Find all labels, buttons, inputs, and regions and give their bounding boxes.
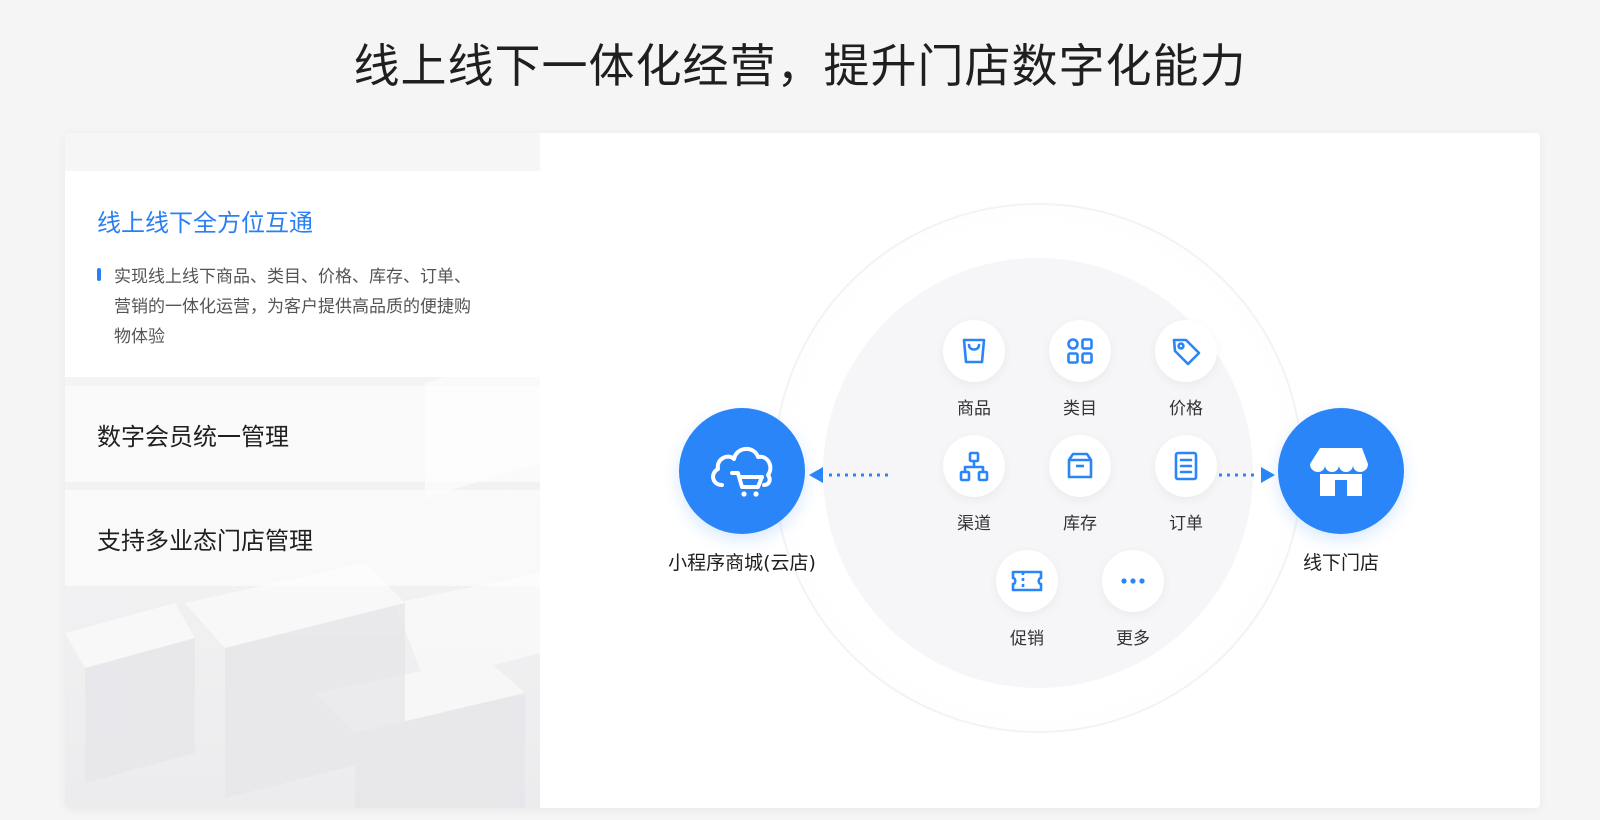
- module-label: 库存: [1063, 514, 1097, 534]
- feature-item-member[interactable]: 数字会员统一管理: [65, 386, 540, 482]
- feature-item-multi-store[interactable]: 支持多业态门店管理: [65, 490, 540, 586]
- description-line: 营销的一体化运营，为客户提供高品质的便捷购: [114, 297, 471, 317]
- category-grid-icon: [1049, 320, 1111, 382]
- module-label: 商品: [957, 399, 991, 419]
- feature-title: 数字会员统一管理: [97, 422, 289, 451]
- hub-label: 线下门店: [1302, 552, 1379, 574]
- module-item-order[interactable]: 订单: [1136, 435, 1236, 534]
- coupon-icon: [996, 550, 1058, 612]
- inventory-box-icon: [1049, 435, 1111, 497]
- left-arrow-connector: [809, 467, 889, 483]
- module-label: 更多: [1116, 629, 1150, 649]
- cloud-cart-icon: [679, 408, 805, 534]
- description-line: 实现线上线下商品、类目、价格、库存、订单、: [114, 267, 471, 287]
- module-item-channel[interactable]: 渠道: [924, 435, 1024, 534]
- module-item-price[interactable]: 价格: [1136, 320, 1236, 419]
- module-item-inventory[interactable]: 库存: [1030, 435, 1130, 534]
- feature-item-online-offline[interactable]: 线上线下全方位互通 实现线上线下商品、类目、价格、库存、订单、 营销的一体化运营…: [65, 171, 540, 377]
- mini-program-hub: 小程序商城(云店): [668, 408, 830, 575]
- price-tag-icon: [1155, 320, 1217, 382]
- channel-tree-icon: [943, 435, 1005, 497]
- module-label: 促销: [1010, 629, 1044, 649]
- storefront-icon: [1278, 408, 1404, 534]
- module-item-goods[interactable]: 商品: [924, 320, 1024, 419]
- module-item-category[interactable]: 类目: [1030, 320, 1130, 419]
- feature-title: 支持多业态门店管理: [97, 526, 313, 555]
- module-item-promotion[interactable]: 促销: [977, 550, 1077, 649]
- description-accent-bar: [97, 268, 101, 281]
- feature-description: 实现线上线下商品、类目、价格、库存、订单、 营销的一体化运营，为客户提供高品质的…: [97, 262, 508, 352]
- module-label: 价格: [1169, 399, 1203, 419]
- order-doc-icon: [1155, 435, 1217, 497]
- more-icon: [1102, 550, 1164, 612]
- description-line: 物体验: [114, 327, 165, 347]
- module-label: 订单: [1169, 514, 1203, 534]
- feature-list: 线上线下全方位互通 实现线上线下商品、类目、价格、库存、订单、 营销的一体化运营…: [65, 133, 540, 808]
- feature-title: 线上线下全方位互通: [97, 209, 313, 237]
- module-label: 渠道: [957, 514, 991, 534]
- module-item-more[interactable]: 更多: [1083, 550, 1183, 649]
- offline-store-hub: 线下门店: [1278, 408, 1414, 575]
- shopping-bag-icon: [943, 320, 1005, 382]
- hub-label: 小程序商城(云店): [668, 552, 816, 574]
- integration-diagram: 小程序商城(云店) 线下门店 商品 类目 价格 渠道 库存 订单 促销 更多: [540, 133, 1540, 808]
- feature-card: 线上线下全方位互通 实现线上线下商品、类目、价格、库存、订单、 营销的一体化运营…: [65, 133, 1540, 808]
- module-label: 类目: [1063, 399, 1097, 419]
- page-title: 线上线下一体化经营，提升门店数字化能力: [353, 39, 1247, 93]
